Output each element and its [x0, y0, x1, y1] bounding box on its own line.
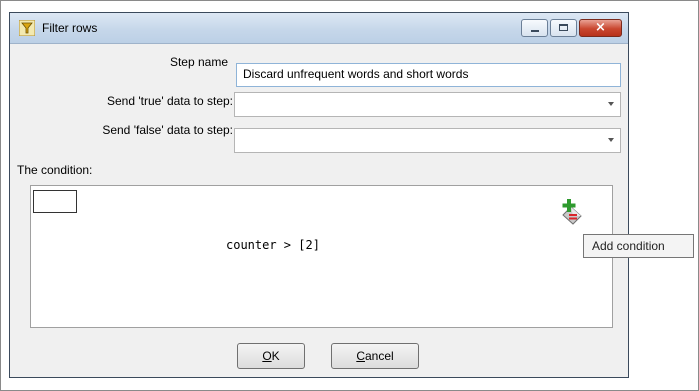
minimize-button[interactable] [521, 19, 548, 37]
ok-mnemonic: O [262, 349, 272, 363]
add-condition-tooltip: Add condition [583, 234, 694, 258]
cancel-mnemonic: C [356, 349, 365, 363]
send-false-dropdown[interactable] [234, 128, 621, 153]
send-true-dropdown[interactable] [234, 92, 621, 117]
ok-label: K [271, 349, 280, 363]
send-true-label: Send 'true' data to step: [107, 94, 233, 108]
condition-expression[interactable]: counter > [2] [226, 238, 320, 252]
filter-rows-dialog: Filter rows × Step name Discard unfreque… [9, 12, 629, 378]
condition-editor[interactable]: counter > [2] [30, 185, 613, 328]
condition-label: The condition: [17, 163, 93, 177]
step-name-input[interactable]: Discard unfrequent words and short words [236, 63, 621, 87]
cancel-label: ancel [364, 349, 394, 363]
step-name-value: Discard unfrequent words and short words [243, 67, 469, 81]
close-button[interactable]: × [579, 19, 622, 37]
chevron-down-icon[interactable] [608, 102, 614, 106]
window-title: Filter rows [42, 21, 98, 35]
maximize-icon [559, 24, 568, 31]
minimize-icon [531, 30, 539, 32]
maximize-button[interactable] [550, 19, 577, 37]
add-condition-icon[interactable] [559, 198, 585, 226]
close-icon: × [595, 20, 606, 35]
step-name-label: Step name [169, 55, 228, 69]
filter-funnel-icon [19, 20, 35, 36]
condition-operator-box[interactable] [33, 190, 77, 213]
send-false-label: Send 'false' data to step: [102, 123, 233, 137]
title-bar[interactable]: Filter rows × [10, 13, 628, 44]
chevron-down-icon[interactable] [608, 138, 614, 142]
cancel-button[interactable]: Cancel [331, 343, 419, 369]
ok-button[interactable]: OK [237, 343, 305, 369]
